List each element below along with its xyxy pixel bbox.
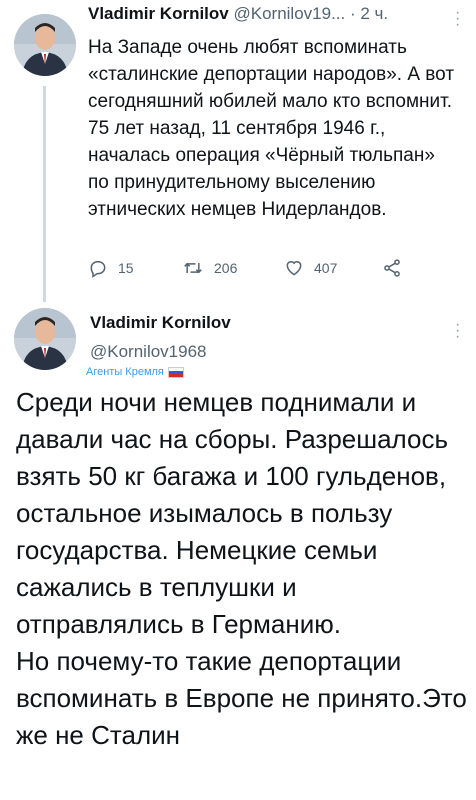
retweet-button[interactable]: 206 xyxy=(182,258,237,278)
tweet-text-2-part1: Среди ночи немцев поднимали и давали час… xyxy=(16,387,449,639)
badge-label: Агенты Кремля xyxy=(86,366,164,378)
more-vertical-icon[interactable]: · · · xyxy=(455,5,460,33)
tweet-text-2: Среди ночи немцев поднимали и давали час… xyxy=(16,384,468,754)
author-avatar-2[interactable] xyxy=(14,308,76,370)
tweet-text-2-part2: Но почему-то такие депортации вспоминать… xyxy=(16,646,467,750)
like-count: 407 xyxy=(314,260,338,276)
author-handle[interactable]: @Kornilov19... xyxy=(233,4,345,23)
russia-flag-icon xyxy=(167,366,184,378)
tweet-time[interactable]: · 2 ч. xyxy=(350,4,388,23)
thread-line xyxy=(43,86,46,302)
author-name-2[interactable]: Vladimir Kornilov xyxy=(90,313,231,333)
tweet-header: Vladimir Kornilov @Kornilov19... · 2 ч. xyxy=(88,4,388,24)
more-vertical-icon-2[interactable]: · · · xyxy=(455,317,460,345)
author-avatar[interactable] xyxy=(14,14,76,76)
tweet-actions: 15 206 407 xyxy=(88,258,428,282)
author-handle-2[interactable]: @Kornilov1968 xyxy=(90,342,207,362)
reply-count: 15 xyxy=(118,260,134,276)
retweet-count: 206 xyxy=(214,260,238,276)
tweet-1[interactable]: Vladimir Kornilov @Kornilov19... · 2 ч. … xyxy=(0,0,476,302)
share-button[interactable] xyxy=(382,258,402,278)
state-affiliation-badge[interactable]: Агенты Кремля xyxy=(86,366,184,378)
like-button[interactable]: 407 xyxy=(284,258,337,278)
author-name[interactable]: Vladimir Kornilov xyxy=(88,4,229,23)
share-icon xyxy=(384,259,400,277)
reply-button[interactable]: 15 xyxy=(88,258,134,278)
reply-icon xyxy=(90,261,106,278)
tweet-text: На Западе очень любят вспоминать «сталин… xyxy=(88,37,455,220)
heart-icon xyxy=(286,261,302,276)
retweet-icon xyxy=(184,262,202,274)
